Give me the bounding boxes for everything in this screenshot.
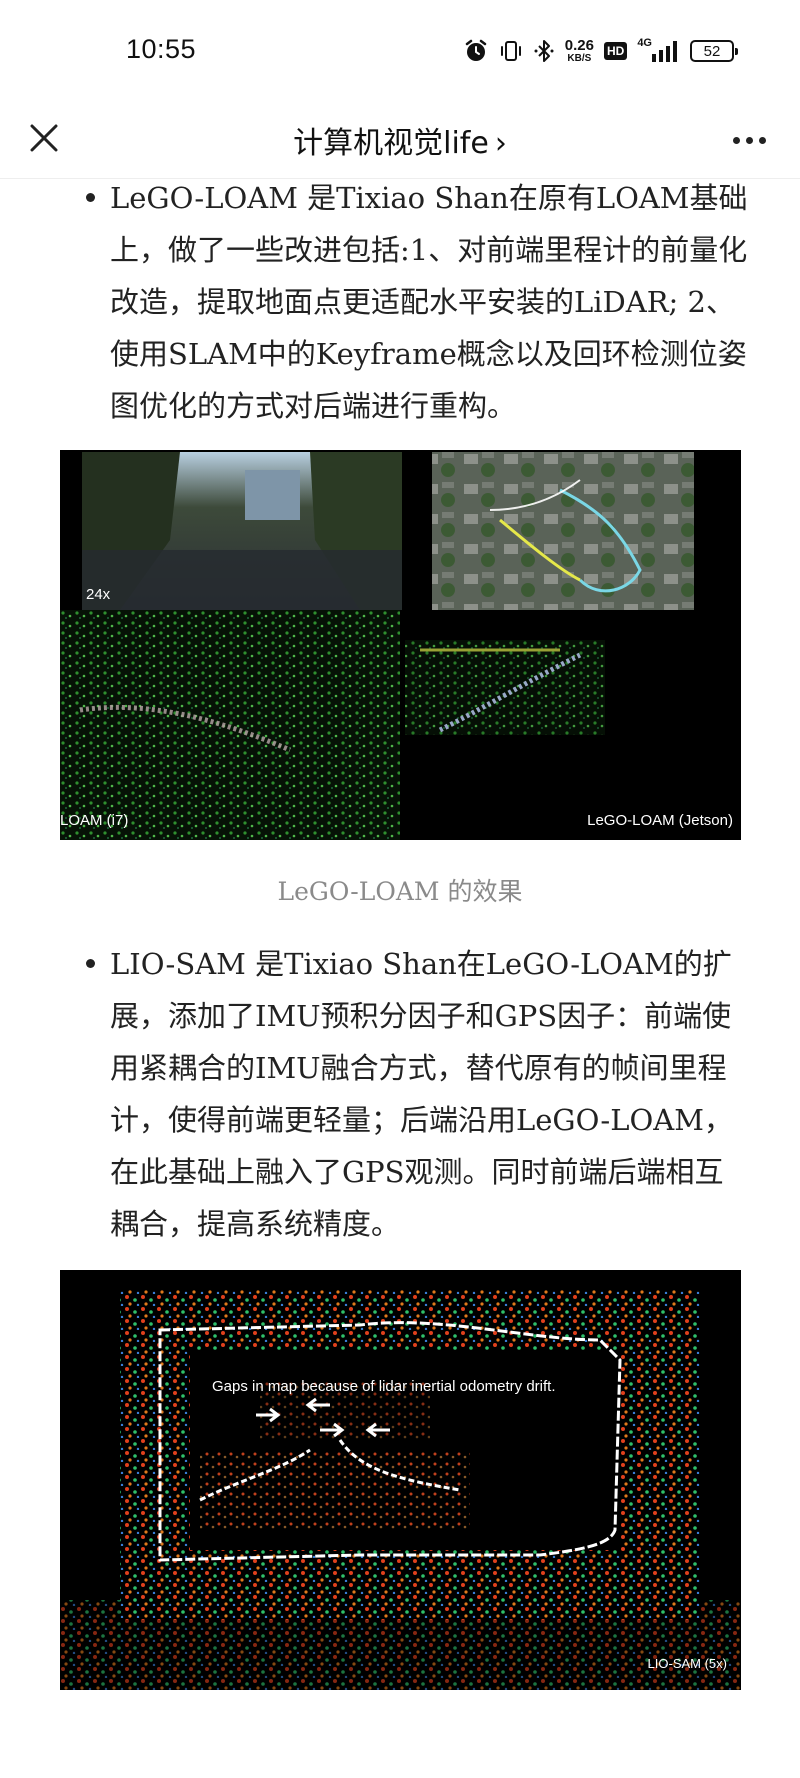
bluetooth-icon <box>533 39 555 63</box>
nav-bar: 计算机视觉life › <box>0 100 800 179</box>
figure-speed-label: 24x <box>86 586 111 603</box>
more-dot-icon <box>758 136 766 144</box>
figure-lego-loam[interactable]: 24x LOAM (i7) LeGO-LOAM (Jetson) <box>60 450 741 840</box>
figure-left-label: LOAM (i7) <box>60 812 129 829</box>
network-type: 4G <box>637 37 652 49</box>
signal-icon: 4G <box>637 37 680 62</box>
more-dot-icon <box>732 136 740 144</box>
status-icons: 0.26 KB/S HD 4G 52 <box>463 34 738 68</box>
network-speed: 0.26 KB/S <box>565 38 594 64</box>
alarm-icon <box>463 38 489 64</box>
chevron-right-icon: › <box>494 126 507 161</box>
status-time: 10:55 <box>126 34 197 64</box>
network-speed-unit: KB/S <box>567 53 592 64</box>
more-button[interactable] <box>726 120 772 160</box>
figure-lio-sam-image <box>60 1270 741 1690</box>
account-name: 计算机视觉life <box>293 126 489 161</box>
status-bar: 10:55 0.26 KB/S HD 4G 52 <box>0 0 800 100</box>
vibrate-icon <box>499 39 523 63</box>
figure-annotation: Gaps in map because of lidar inertial od… <box>212 1378 556 1395</box>
figure-right-label: LeGO-LOAM (Jetson) <box>587 812 733 829</box>
figure-caption-lego-loam: LeGO-LOAM 的效果 <box>277 877 523 906</box>
more-dot-icon <box>745 136 753 144</box>
figure-lego-loam-image <box>60 450 741 840</box>
list-item-lio-sam: LIO-SAM 是Tixiao Shan在LeGO-LOAM的扩展，添加了IMU… <box>0 938 800 1250</box>
article-content: LeGO-LOAM 是Tixiao Shan在原有LOAM基础上，做了一些改进包… <box>0 178 800 1778</box>
list-item-lego-loam: LeGO-LOAM 是Tixiao Shan在原有LOAM基础上，做了一些改进包… <box>0 178 800 432</box>
figure-lio-sam[interactable]: Gaps in map because of lidar inertial od… <box>60 1270 741 1690</box>
hd-badge: HD <box>603 42 628 60</box>
battery-indicator: 52 <box>690 40 738 62</box>
account-title[interactable]: 计算机视觉life › <box>0 118 800 162</box>
figure-corner-label: LIO-SAM (5x) <box>647 1656 727 1671</box>
network-speed-value: 0.26 <box>564 37 594 54</box>
